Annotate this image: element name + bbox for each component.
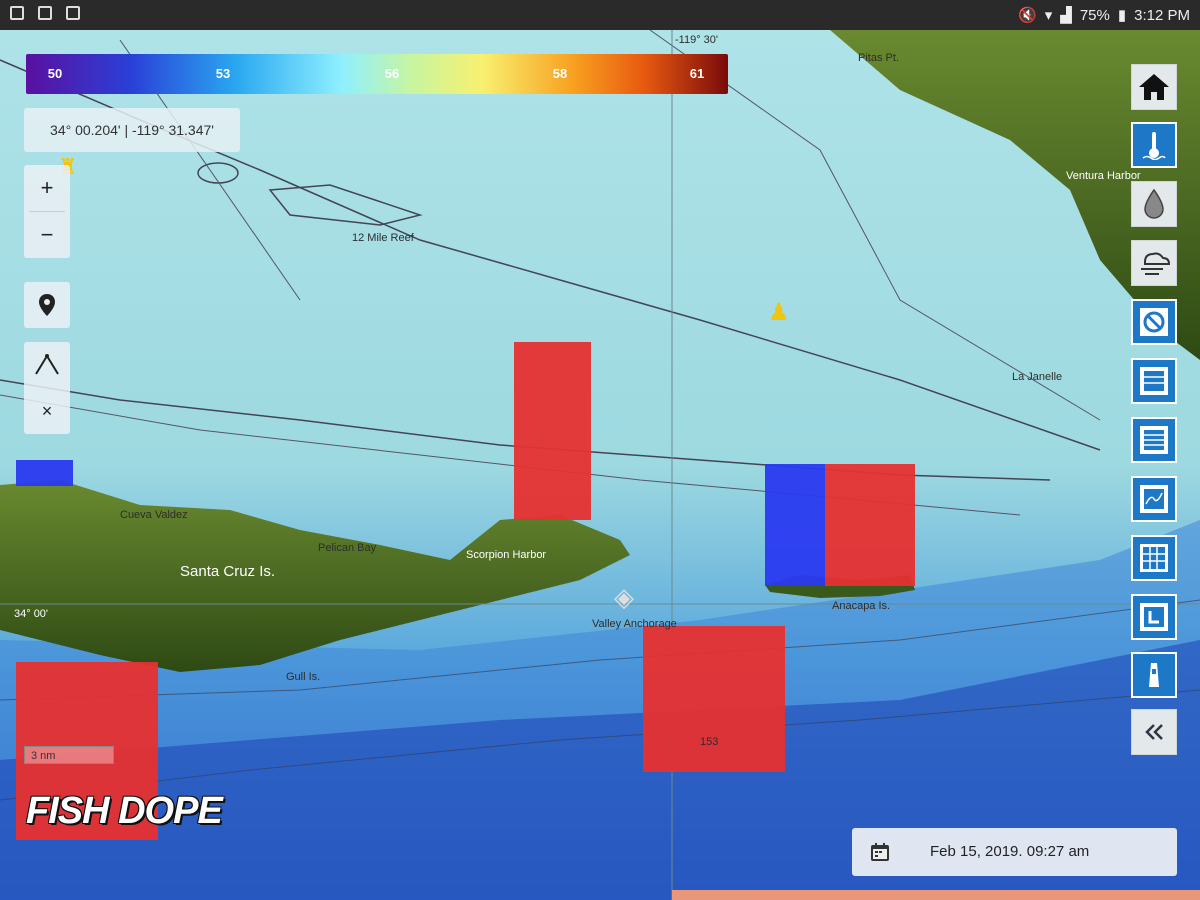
collapse-icon — [1145, 724, 1163, 740]
legend-tick: 50 — [47, 66, 63, 81]
layers-grid-icon — [1140, 426, 1168, 454]
home-icon — [1139, 74, 1169, 100]
zoom-in-button[interactable]: + — [24, 165, 70, 211]
place-label: Scorpion Harbor — [466, 549, 547, 561]
location-pin-icon — [39, 294, 55, 316]
temperature-icon — [1142, 132, 1166, 160]
map-layer — [0, 30, 1200, 900]
wind-icon — [1141, 252, 1171, 275]
island-label: Santa Cruz Is. — [180, 563, 276, 580]
place-label: Cueva Valdez — [120, 509, 188, 521]
place-label: Anacapa Is. — [832, 600, 891, 612]
chart-map-icon — [1140, 485, 1168, 513]
chart-map-button[interactable] — [1131, 476, 1177, 522]
measure-button[interactable] — [24, 342, 70, 388]
depth-label: 153 — [700, 736, 719, 748]
sea-temperature-button[interactable] — [1131, 122, 1177, 168]
coordinates-readout: 34° 00.204' | -119° 31.347' — [24, 108, 240, 152]
layers-icon — [1140, 367, 1168, 395]
date-label: Feb 15, 2019. 09:27 am — [930, 843, 1090, 860]
place-label: Gull Is. — [286, 671, 321, 683]
map-canvas[interactable]: -119° 30' Pitas Pt. Ventura Harbor 12 Mi… — [0, 30, 1200, 900]
no-entry-icon — [1140, 308, 1168, 336]
clock: 3:12 PM — [1134, 6, 1190, 24]
legend-tick: 61 — [689, 66, 705, 81]
mute-icon: 🔇 — [1018, 7, 1037, 24]
highlight-zone-red[interactable] — [514, 342, 591, 520]
highlight-zone-blue[interactable] — [16, 460, 73, 486]
clear-measure-button[interactable]: × — [24, 388, 70, 434]
measure-icon — [35, 354, 59, 375]
place-label: Ventura Harbor — [1066, 170, 1141, 182]
l-layer-button[interactable] — [1131, 594, 1177, 640]
highlight-zone-red[interactable] — [643, 626, 785, 772]
legend-tick: 56 — [384, 66, 400, 81]
longitude-label: -119° 30' — [675, 34, 718, 46]
layer-grid-button[interactable] — [1131, 417, 1177, 463]
file-icon — [66, 6, 80, 20]
bottom-edge-bar — [672, 890, 1200, 900]
place-label: Valley Anchorage — [592, 618, 677, 630]
gallery-icon — [10, 6, 24, 20]
place-label: 12 Mile Reef — [352, 232, 414, 244]
grid-button[interactable] — [1131, 535, 1177, 581]
place-label: Pitas Pt. — [858, 52, 899, 64]
place-label: Pelican Bay — [318, 542, 377, 554]
battery-icon: ▮ — [1117, 7, 1127, 24]
lighthouse-button[interactable] — [1131, 652, 1177, 698]
lighthouse-icon — [1149, 663, 1159, 687]
date-selector[interactable]: Feb 15, 2019. 09:27 am — [852, 828, 1177, 876]
lifebuoy-marker-icon[interactable]: ◈ — [614, 582, 634, 613]
place-label: La Janelle — [1012, 371, 1063, 383]
grid-icon — [1140, 544, 1168, 572]
zoom-out-button[interactable]: − — [24, 212, 70, 258]
status-bar: 🔇 ▾ ▟ 75% ▮ 3:12 PM — [0, 0, 1200, 30]
status-left-icons — [10, 6, 80, 20]
measure-controls: × — [24, 342, 70, 434]
status-right: 🔇 ▾ ▟ 75% ▮ 3:12 PM — [1018, 6, 1190, 25]
water-drop-icon — [1144, 188, 1164, 219]
restricted-areas-button[interactable] — [1131, 299, 1177, 345]
app-icon — [38, 6, 52, 20]
zoom-controls: + − — [24, 165, 70, 258]
highlight-zone-blue[interactable] — [765, 464, 825, 586]
latitude-label: 34° 00' — [14, 608, 49, 620]
buoy-marker-icon[interactable]: ♟ — [768, 298, 790, 327]
fishdope-logo: FISH DOPE — [26, 790, 223, 832]
location-control — [24, 282, 70, 328]
legend-tick: 58 — [552, 66, 568, 81]
calendar-icon — [871, 843, 889, 861]
battery-percent: 75% — [1079, 6, 1110, 24]
scale-bar: 3 nm — [24, 746, 114, 764]
weather-button[interactable] — [1131, 240, 1177, 286]
legend-tick: 53 — [215, 66, 231, 81]
wifi-icon: ▾ — [1044, 7, 1053, 24]
temperature-legend: 50 53 56 58 61 — [26, 54, 728, 94]
location-pin-button[interactable] — [24, 282, 70, 328]
collapse-sidebar-button[interactable] — [1131, 709, 1177, 755]
layer-button[interactable] — [1131, 358, 1177, 404]
home-button[interactable] — [1131, 64, 1177, 110]
signal-icon: ▟ — [1060, 7, 1072, 24]
water-clarity-button[interactable] — [1131, 181, 1177, 227]
l-layer-icon — [1140, 603, 1168, 631]
highlight-zone-red[interactable] — [825, 464, 915, 586]
